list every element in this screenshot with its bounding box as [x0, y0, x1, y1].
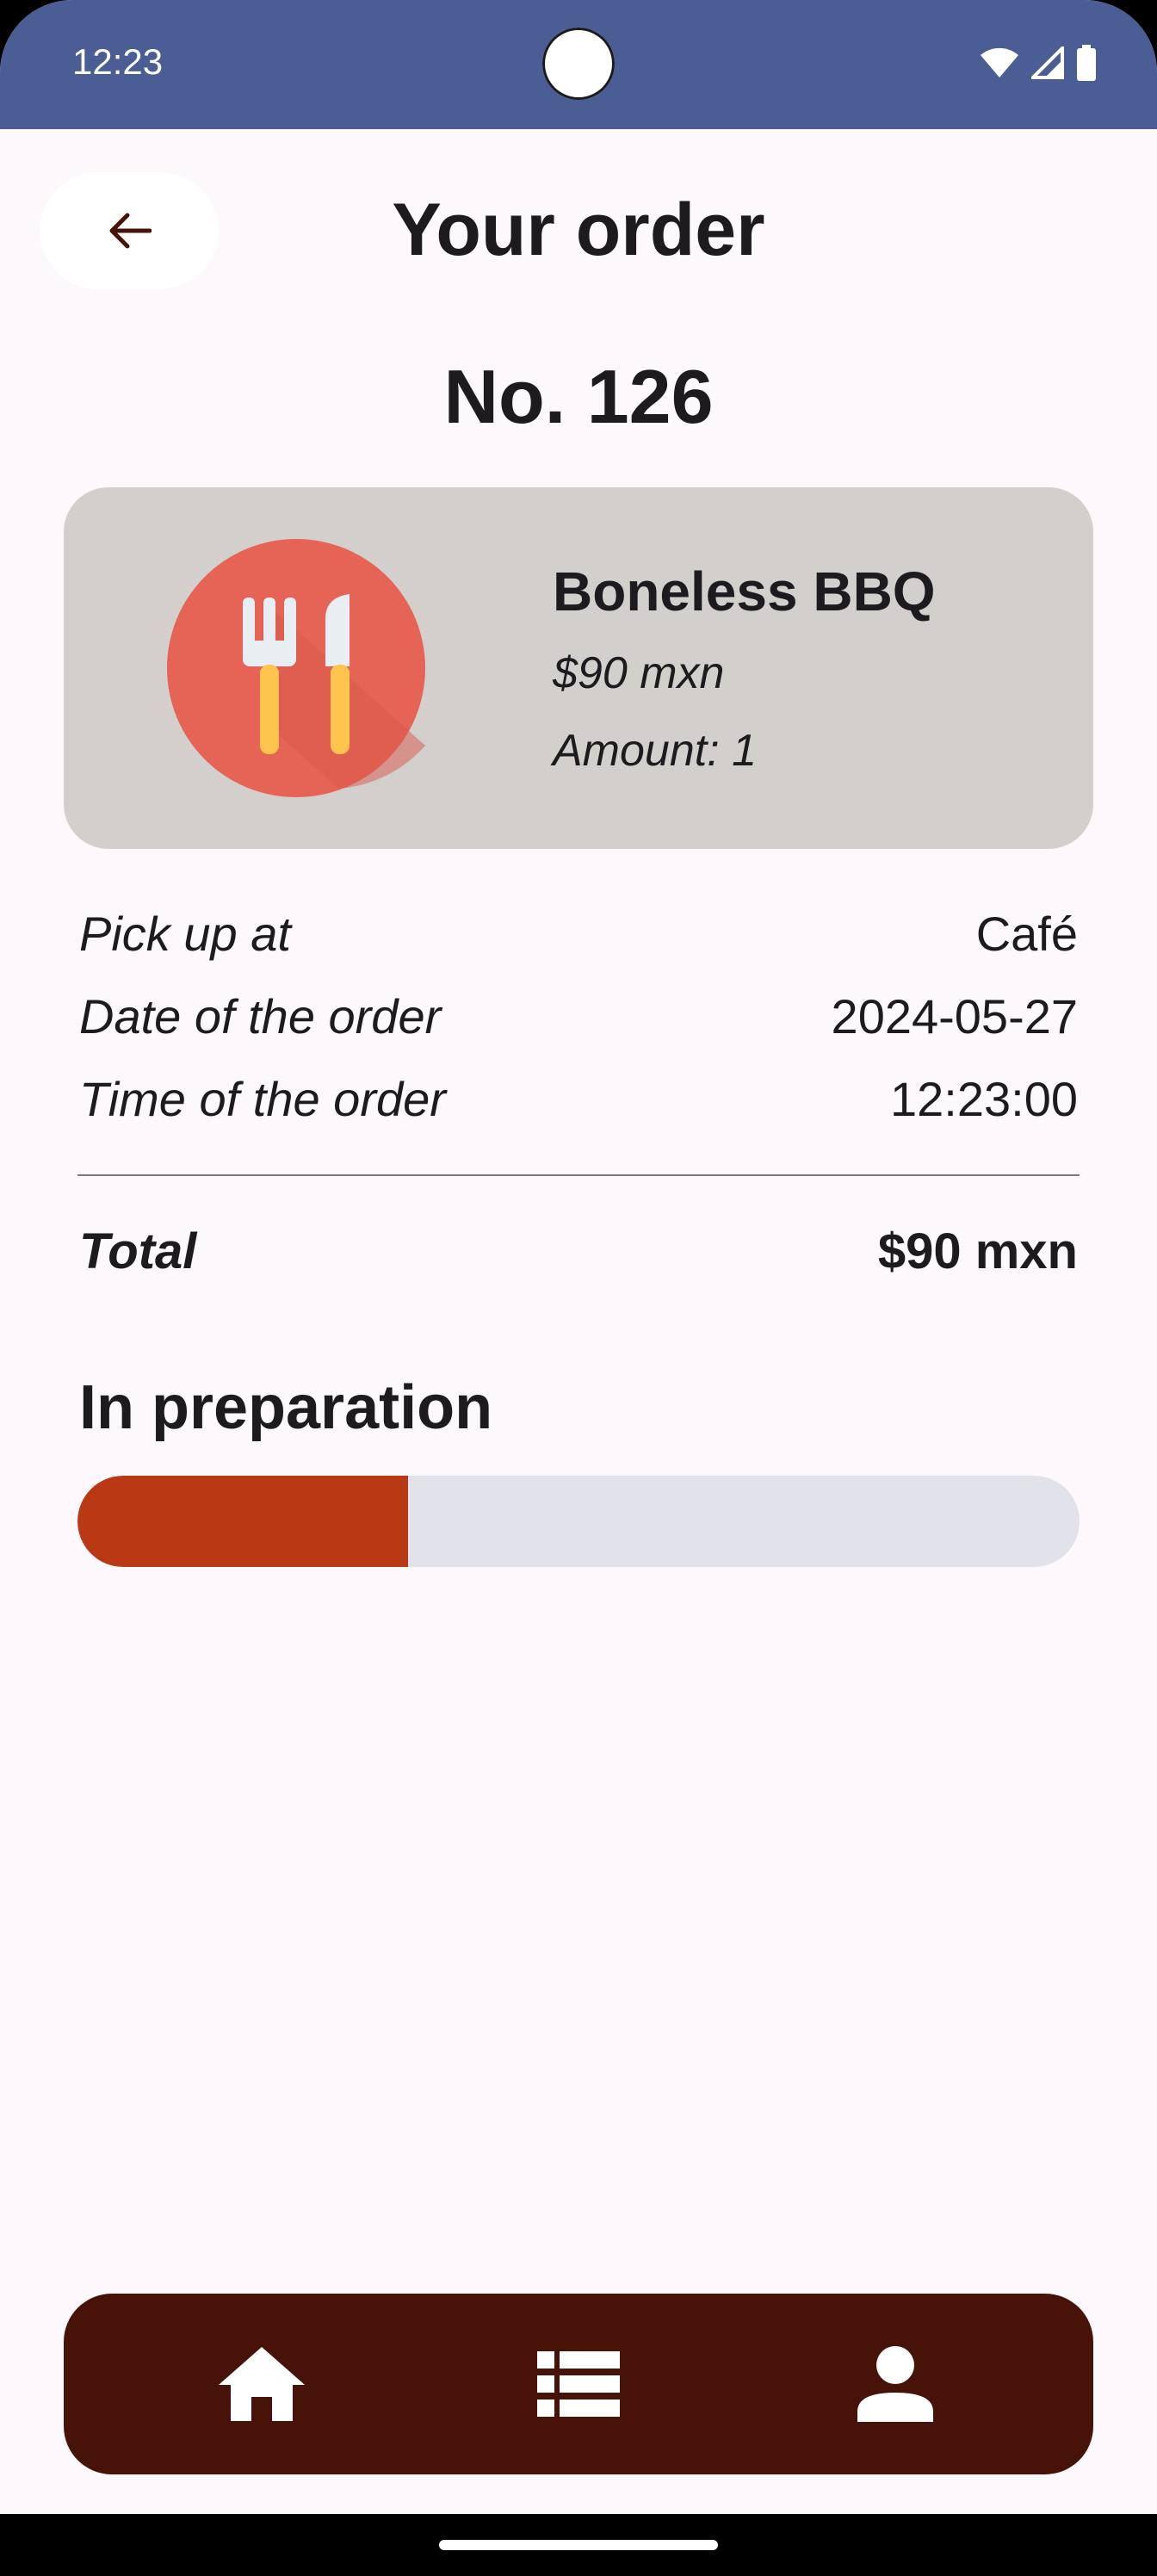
order-date-value: 2024-05-27 — [831, 989, 1078, 1043]
total-value: $90 mxn — [877, 1223, 1078, 1279]
fork-knife-icon — [167, 539, 425, 797]
person-icon — [857, 2346, 933, 2422]
bottom-nav — [64, 2294, 1093, 2474]
order-date-label: Date of the order — [79, 989, 442, 1043]
total-label: Total — [79, 1223, 197, 1279]
order-time-label: Time of the order — [79, 1072, 446, 1126]
battery-icon — [1077, 45, 1096, 81]
pickup-row: Pick up at Café — [79, 906, 1078, 966]
pickup-label: Pick up at — [79, 907, 291, 961]
product-name: Boneless BBQ — [553, 560, 936, 622]
order-progress-bar — [77, 1476, 1080, 1567]
order-number: No. 126 — [443, 354, 714, 439]
wifi-icon — [981, 47, 1018, 77]
page-title: Your order — [392, 189, 765, 271]
home-icon — [219, 2347, 305, 2421]
order-status-label: In preparation — [79, 1373, 493, 1442]
order-date-row: Date of the order 2024-05-27 — [79, 988, 1078, 1049]
order-time-row: Time of the order 12:23:00 — [79, 1071, 1078, 1131]
status-icons — [980, 45, 1097, 81]
status-time: 12:23 — [72, 41, 164, 82]
nav-home[interactable] — [210, 2332, 313, 2436]
product-amount: Amount: 1 — [553, 726, 758, 776]
camera-cutout — [542, 28, 615, 100]
gesture-handle[interactable] — [439, 2540, 718, 2550]
product-card: Boneless BBQ $90 mxn Amount: 1 — [64, 487, 1093, 849]
screen: 12:23 Your order No. 126 Boneless BBQ $9… — [0, 0, 1157, 2576]
product-price: $90 mxn — [553, 648, 725, 698]
signal-icon — [1031, 46, 1064, 79]
pickup-value: Café — [975, 907, 1078, 961]
divider — [77, 1174, 1080, 1176]
total-row: Total $90 mxn — [79, 1223, 1078, 1283]
nav-profile[interactable] — [844, 2332, 947, 2436]
list-icon — [537, 2351, 620, 2417]
status-bar: 12:23 — [0, 0, 1157, 129]
order-time-value: 12:23:00 — [890, 1072, 1078, 1126]
nav-orders[interactable] — [527, 2332, 630, 2436]
order-progress-fill — [77, 1476, 409, 1567]
